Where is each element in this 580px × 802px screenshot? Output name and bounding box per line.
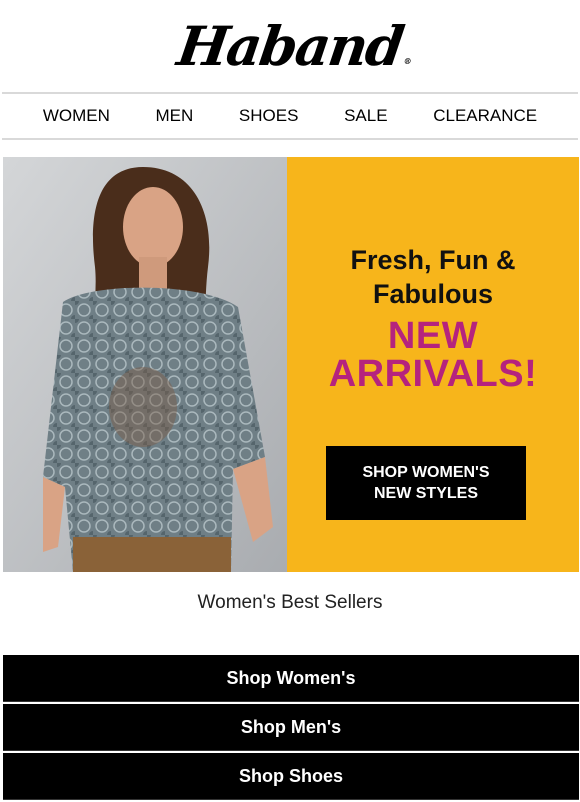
shop-womens-new-styles-button[interactable]: SHOP WOMEN'S NEW STYLES: [326, 446, 526, 520]
nav-item-sale[interactable]: SALE: [344, 106, 387, 126]
hero-banner[interactable]: Fresh, Fun & Fabulous NEW ARRIVALS! SHOP…: [3, 157, 579, 572]
hero-headline: NEW ARRIVALS!: [287, 317, 579, 393]
brand-logo[interactable]: Haband ®: [174, 14, 411, 78]
shop-womens-button[interactable]: Shop Women's: [3, 655, 579, 702]
model-photo[interactable]: [3, 157, 287, 572]
shop-mens-button[interactable]: Shop Men's: [3, 704, 579, 751]
hero-tagline: Fresh, Fun & Fabulous: [287, 243, 579, 311]
header: Haband ®: [0, 0, 580, 92]
tagline-line-1: Fresh, Fun &: [350, 245, 516, 275]
shop-category-list: Shop Women's Shop Men's Shop Shoes: [3, 655, 579, 802]
nav-item-women[interactable]: WOMEN: [43, 106, 110, 126]
registered-mark: ®: [403, 56, 411, 66]
tagline-line-2: Fabulous: [373, 279, 493, 309]
section-title: Women's Best Sellers: [197, 592, 383, 613]
headline-line-2: ARRIVALS!: [328, 353, 538, 395]
headline-line-1: NEW: [387, 315, 479, 357]
cta-line-1: SHOP WOMEN'S: [362, 464, 490, 481]
nav-item-clearance[interactable]: CLEARANCE: [433, 106, 537, 126]
cta-line-2: NEW STYLES: [373, 485, 478, 502]
nav-item-men[interactable]: MEN: [156, 106, 194, 126]
nav-item-shoes[interactable]: SHOES: [239, 106, 299, 126]
promo-panel: Fresh, Fun & Fabulous NEW ARRIVALS! SHOP…: [287, 157, 579, 572]
model-illustration: [3, 157, 287, 572]
main-nav: WOMEN MEN SHOES SALE CLEARANCE: [2, 92, 578, 140]
shop-shoes-button[interactable]: Shop Shoes: [3, 753, 579, 800]
brand-logo-text[interactable]: Haband: [174, 14, 407, 78]
